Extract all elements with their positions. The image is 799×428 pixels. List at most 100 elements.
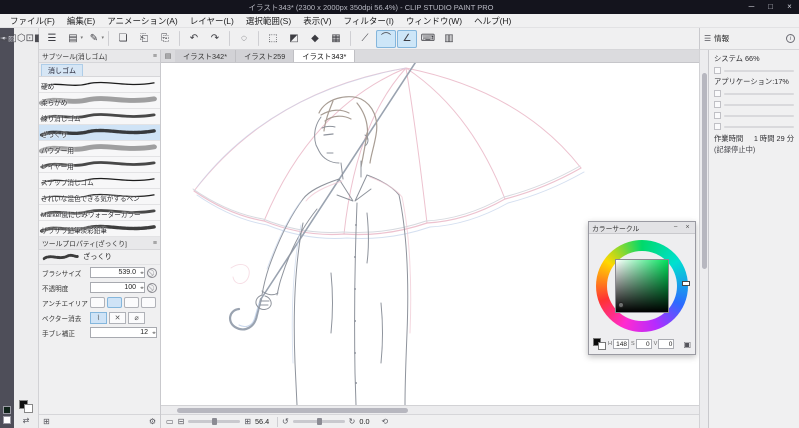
redo-icon[interactable]: ↷ [205, 30, 225, 48]
subtool-group-tab[interactable]: 消しゴム [41, 64, 83, 76]
command-icon[interactable] [258, 31, 259, 46]
antialias-strong-button[interactable] [141, 297, 156, 308]
ruler-snap-icon[interactable]: ⟋ [355, 30, 375, 48]
fit-to-screen-icon[interactable]: ▭ [166, 417, 174, 426]
antialias-none-button[interactable] [90, 297, 105, 308]
save-file-icon[interactable]: ⎘ [155, 30, 175, 48]
antialias-medium-button[interactable] [124, 297, 139, 308]
fill-icon[interactable]: ◆ [305, 30, 325, 48]
menu-item[interactable]: アニメーション(A) [101, 14, 184, 28]
vertical-scroll-thumb[interactable] [702, 72, 707, 270]
rotate-right-icon[interactable]: ↻ [349, 417, 356, 426]
hue-marker[interactable] [682, 281, 690, 286]
command-icon[interactable] [108, 31, 109, 46]
subtool-brush-item[interactable]: 柔らかめ [39, 93, 160, 109]
hsv-value-input[interactable]: 0 [635, 339, 652, 349]
main-menu-icon[interactable]: ☰ [42, 30, 62, 48]
menu-item[interactable]: ヘルプ(H) [468, 14, 517, 28]
menu-item[interactable]: 表示(V) [297, 14, 337, 28]
vector-erase-touch-button[interactable]: ⌇ [90, 311, 107, 324]
hsv-value-input[interactable]: 0 [658, 339, 675, 349]
document-tab[interactable]: イラスト342* [175, 50, 237, 62]
panel-menu-icon[interactable]: ☰ [704, 34, 711, 43]
subtool-brush-item[interactable]: Marker風にじみウォーターカラー [39, 205, 160, 221]
pen-preset-icon[interactable]: ✎ [84, 29, 104, 48]
fg-bg-color-pair[interactable] [593, 338, 606, 350]
select-area-icon[interactable]: ⬚ [263, 30, 283, 48]
vector-erase-intersection-button[interactable]: ✕ [109, 311, 126, 324]
subtool-brush-item[interactable]: ざっくり [39, 125, 160, 141]
fg-bg-color-pair[interactable] [19, 400, 33, 413]
window-control-button[interactable]: ─ [742, 0, 761, 14]
menu-item[interactable]: ファイル(F) [4, 14, 61, 28]
deselect-icon[interactable]: ◌ [234, 30, 254, 48]
color-mode-icon[interactable]: ▣ [683, 340, 691, 349]
document-tab[interactable]: イラスト259 [236, 50, 295, 62]
hsv-value-input[interactable]: 148 [612, 339, 629, 349]
command-icon[interactable] [229, 31, 230, 46]
navigator-icon[interactable]: ⊡ [26, 33, 34, 44]
shortcut-keyboard-icon[interactable]: ⌨ [418, 30, 438, 48]
opacity-input[interactable]: 100 [90, 282, 145, 293]
zoom-slider[interactable] [188, 418, 241, 425]
material-icon[interactable]: ◫ [7, 33, 16, 44]
info-icon[interactable]: i [786, 34, 795, 43]
rotate-left-icon[interactable]: ↺ [282, 417, 289, 426]
subtool-brush-item[interactable]: スナップ消しゴム [39, 173, 160, 189]
command-icon[interactable] [350, 31, 351, 46]
menu-item[interactable]: フィルター(I) [338, 14, 400, 28]
horizontal-scrollbar[interactable] [161, 405, 699, 414]
workspace-icon[interactable]: ▤ [63, 29, 83, 48]
panel-close-icon[interactable]: × [683, 224, 692, 231]
subtool-brush-item[interactable]: レイヤー用 [39, 157, 160, 173]
brush-size-dynamics-button[interactable]: ⃠ [147, 267, 157, 278]
reset-view-icon[interactable]: ⟲ [381, 417, 388, 426]
eraser-command-icon[interactable]: ◩ [284, 30, 304, 48]
wrench-icon[interactable]: ⚙ [149, 417, 156, 426]
color-wheel[interactable] [594, 238, 690, 334]
panel-menu-icon[interactable]: ≡ [153, 240, 157, 247]
window-control-button[interactable]: □ [761, 0, 780, 14]
sv-marker[interactable] [618, 302, 624, 308]
undo-icon[interactable]: ↶ [184, 30, 204, 48]
brush-size-input[interactable]: 539.0 [90, 267, 145, 278]
vector-erase-whole-button[interactable]: ⌀ [128, 311, 145, 324]
color-circle-title-bar[interactable]: カラーサークル − × [589, 222, 695, 234]
background-color-swatch[interactable] [3, 416, 11, 424]
grid-icon[interactable]: ▦ [326, 30, 346, 48]
foreground-color-swatch[interactable] [3, 406, 11, 414]
menu-item[interactable]: レイヤー(L) [184, 14, 240, 28]
subtool-brush-item[interactable]: パウダー用 [39, 141, 160, 157]
antialias-weak-button[interactable] [107, 297, 122, 308]
stabilization-input[interactable]: 12 [90, 327, 157, 338]
subtool-brush-item[interactable]: ザラザラ鉛筆淡彩鉛筆 [39, 221, 160, 237]
swap-colors-icon[interactable]: ⇄ [23, 416, 30, 425]
menu-item[interactable]: ウィンドウ(W) [400, 14, 468, 28]
panel-minimize-icon[interactable]: − [671, 224, 680, 231]
subtool-brush-item[interactable]: 硬め [39, 77, 160, 93]
opacity-dynamics-button[interactable]: ⃠ [147, 282, 157, 293]
add-setting-icon[interactable]: ⊞ [43, 417, 50, 426]
tab-list-icon[interactable]: ▤ [161, 50, 175, 62]
menu-item[interactable]: 編集(E) [61, 14, 101, 28]
horizontal-scroll-thumb[interactable] [177, 408, 409, 413]
zoom-in-icon[interactable]: ⊞ [244, 417, 251, 426]
command-icon[interactable] [179, 31, 180, 46]
window-control-button[interactable]: × [780, 0, 799, 14]
subtool-brush-item[interactable]: きれいな混色できる気がするペン [39, 189, 160, 205]
3d-object-icon[interactable]: ⬡ [17, 33, 26, 44]
new-file-icon[interactable]: ❏ [113, 30, 133, 48]
menu-item[interactable]: 選択範囲(S) [240, 14, 297, 28]
panel-menu-icon[interactable]: ≡ [153, 53, 157, 60]
snap-angle-icon[interactable]: ∠ [397, 29, 417, 48]
vertical-scrollbar[interactable] [699, 50, 708, 428]
zoom-out-icon[interactable]: ⊟ [178, 417, 185, 426]
rotation-slider[interactable] [292, 418, 345, 425]
canvas[interactable]: カラーサークル − × H 148 S 0 V 0 ▣ [161, 63, 699, 405]
open-file-icon[interactable]: ⎗ [134, 30, 154, 48]
document-tab[interactable]: イラスト343* [294, 50, 356, 62]
subtool-brush-item[interactable]: 練り消しゴム [39, 109, 160, 125]
opacity-label: 不透明度 [42, 285, 69, 293]
material-panel-icon[interactable]: ▥ [439, 30, 459, 48]
snap-curve-icon[interactable]: ⌒ [376, 29, 396, 48]
